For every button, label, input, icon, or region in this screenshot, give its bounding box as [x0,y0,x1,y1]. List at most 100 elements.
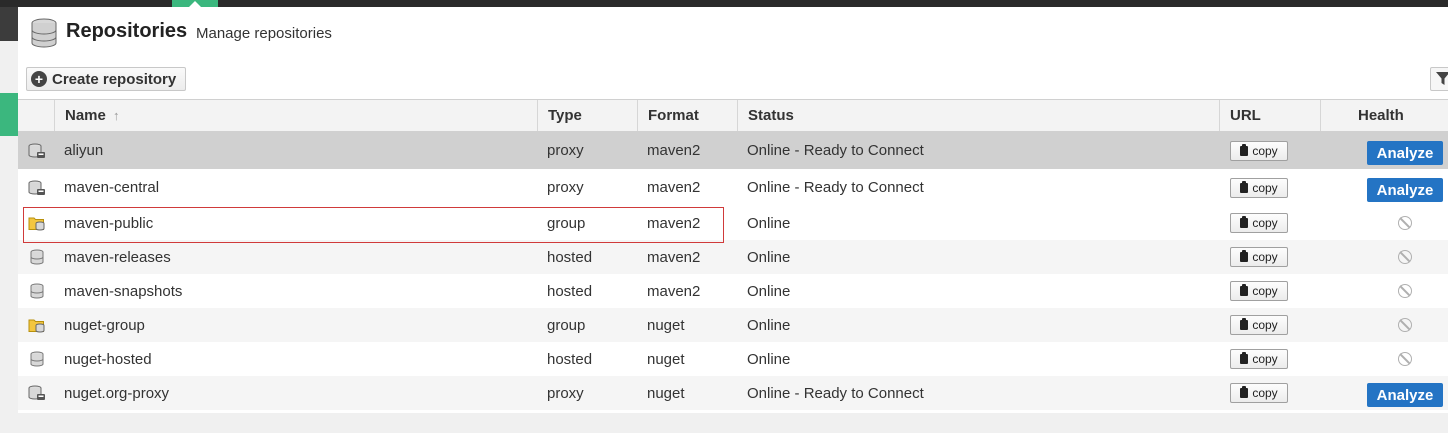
sidebar-active-item[interactable] [0,93,18,136]
column-header-format[interactable]: Format [637,100,737,131]
table-row[interactable]: maven-central proxy maven2 Online - Ready t… [18,169,1448,206]
table-row[interactable]: maven-public group maven2 Online copy [18,206,1448,240]
repo-format: nuget [647,316,685,334]
analyze-button[interactable]: Analyze [1367,178,1443,202]
grid-body: aliyun proxy maven2 Online - Ready to Conne… [18,132,1448,410]
copy-label: copy [1252,386,1278,400]
repo-type: hosted [547,282,593,300]
group-repo-icon [28,215,46,231]
clipboard-icon [1240,352,1249,364]
repo-type: group [547,214,586,232]
column-header-name[interactable]: Name ↑ [54,100,537,131]
create-repository-button[interactable]: + Create repository [26,67,186,91]
sort-ascending-icon: ↑ [113,108,120,123]
column-header-status[interactable]: Status [737,100,1219,131]
repo-name: nuget-group [64,316,145,334]
repo-status: Online [747,282,791,300]
copy-label: copy [1252,144,1278,158]
repo-name: nuget-hosted [64,350,152,368]
hosted-repo-icon [28,249,46,265]
column-header-name-label: Name [65,107,106,124]
copy-url-button[interactable]: copy [1230,383,1288,403]
table-row[interactable]: aliyun proxy maven2 Online - Ready to Conne… [18,132,1448,169]
repo-name: maven-central [64,179,160,196]
filter-button[interactable] [1430,67,1448,91]
page-title: Repositories [66,20,188,42]
clipboard-icon [1240,318,1249,330]
repo-type: proxy [547,142,584,159]
repo-status: Online [747,248,791,266]
grid-empty-area [18,413,1448,433]
copy-label: copy [1252,216,1278,230]
copy-url-button[interactable]: copy [1230,247,1288,267]
sidebar-dark-block [0,7,18,41]
hosted-repo-icon [28,283,46,299]
copy-url-button[interactable]: copy [1230,281,1288,301]
table-row[interactable]: nuget-group group nuget Online copy [18,308,1448,342]
proxy-repo-icon [28,180,46,196]
repo-name: maven-public [64,214,154,232]
repositories-grid: Name ↑ Type Format Status URL Health che… [18,99,1448,410]
copy-label: copy [1252,318,1278,332]
not-available-icon [1398,250,1412,264]
repo-type: hosted [547,248,593,266]
repo-format: maven2 [647,142,701,159]
repo-format: maven2 [647,179,701,196]
top-nav-bar [0,0,1448,7]
repo-status: Online [747,316,791,334]
repo-type: hosted [547,350,593,368]
grid-header: Name ↑ Type Format Status URL Health che… [18,99,1448,155]
copy-url-button[interactable]: copy [1230,315,1288,335]
database-icon [31,18,57,48]
clipboard-icon [1240,250,1249,262]
group-repo-icon [28,317,46,333]
proxy-repo-icon [28,385,46,401]
repo-status: Online - Ready to Connect [747,142,924,159]
copy-label: copy [1252,250,1278,264]
repo-type: proxy [547,384,584,402]
plus-circle-icon: + [31,71,47,87]
repo-status: Online - Ready to Connect [747,384,924,402]
active-nav-indicator [172,0,218,7]
repo-status: Online - Ready to Connect [747,179,924,196]
clipboard-icon [1240,386,1249,398]
clipboard-icon [1240,181,1249,193]
analyze-button[interactable]: Analyze [1367,141,1443,165]
copy-label: copy [1252,181,1278,195]
column-header-icon [18,100,54,131]
column-header-url[interactable]: URL [1219,100,1320,131]
clipboard-icon [1240,144,1249,156]
copy-url-button[interactable]: copy [1230,178,1288,198]
repo-status: Online [747,350,791,368]
repo-format: nuget [647,384,685,402]
clipboard-icon [1240,284,1249,296]
table-row[interactable]: nuget-hosted hosted nuget Online copy [18,342,1448,376]
repo-format: maven2 [647,282,701,300]
repo-type: group [547,316,586,334]
hosted-repo-icon [28,351,46,367]
not-available-icon [1398,318,1412,332]
table-row[interactable]: maven-snapshots hosted maven2 Online copy [18,274,1448,308]
copy-url-button[interactable]: copy [1230,349,1288,369]
copy-label: copy [1252,352,1278,366]
repo-status: Online [747,214,791,232]
repo-name: aliyun [64,142,104,159]
create-repository-label: Create repository [52,70,177,88]
repo-type: proxy [547,179,584,196]
repo-name: maven-releases [64,248,171,266]
not-available-icon [1398,284,1412,298]
analyze-button[interactable]: Analyze [1367,383,1443,407]
page-subtitle: Manage repositories [196,25,332,42]
column-header-health-check[interactable]: Health check [1320,100,1448,155]
table-row[interactable]: maven-releases hosted maven2 Online copy [18,240,1448,274]
clipboard-icon [1240,216,1249,228]
left-sidebar [0,7,18,433]
column-header-type[interactable]: Type [537,100,637,131]
proxy-repo-icon [28,143,46,159]
copy-url-button[interactable]: copy [1230,213,1288,233]
repo-name: nuget.org-proxy [64,384,170,402]
table-row[interactable]: nuget.org-proxy proxy nuget Online - Ready … [18,376,1448,410]
filter-icon [1436,72,1448,85]
copy-url-button[interactable]: copy [1230,141,1288,161]
repo-name: maven-snapshots [64,282,183,300]
